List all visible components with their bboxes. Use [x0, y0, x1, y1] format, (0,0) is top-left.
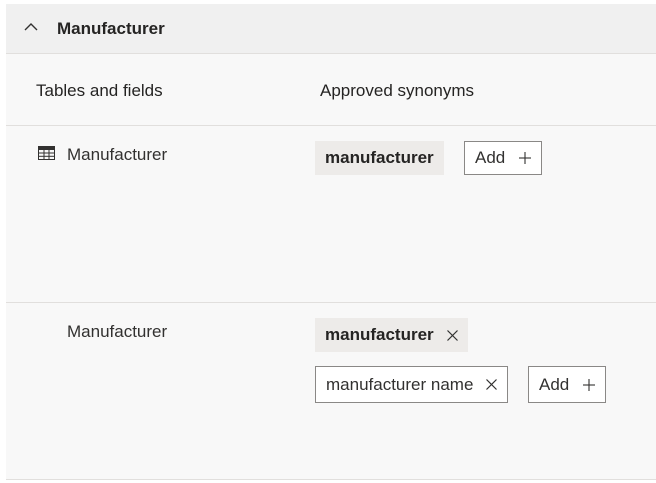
chevron-up-icon[interactable]	[24, 22, 38, 32]
table-icon	[38, 146, 55, 160]
section-header-manufacturer[interactable]: Manufacturer	[6, 4, 656, 54]
divider	[6, 302, 656, 303]
table-row-label: Manufacturer	[67, 145, 168, 164]
synonym-text: manufacturer name	[326, 374, 474, 394]
synonym-chip: manufacturer name	[315, 366, 509, 403]
synonym-text: manufacturer	[325, 325, 434, 344]
synonym-text: manufacturer	[325, 148, 434, 167]
add-label: Add	[475, 148, 506, 167]
add-synonym-button[interactable]: Add	[464, 141, 543, 175]
synonym-chip: manufacturer	[315, 318, 468, 352]
synonyms-panel: Manufacturer Tables and fields Approved …	[6, 4, 656, 480]
column-header-approved-synonyms: Approved synonyms	[320, 81, 475, 100]
column-header-tables-and-fields: Tables and fields	[36, 81, 163, 100]
plus-icon	[519, 152, 532, 164]
remove-synonym-icon[interactable]	[486, 379, 498, 390]
section-title: Manufacturer	[57, 19, 165, 38]
add-label: Add	[539, 374, 570, 394]
plus-icon	[583, 378, 596, 391]
synonym-chip: manufacturer	[315, 141, 444, 175]
field-row-label: Manufacturer	[67, 322, 168, 341]
divider	[6, 125, 656, 126]
remove-synonym-icon[interactable]	[446, 329, 458, 341]
add-synonym-button[interactable]: Add	[528, 366, 607, 403]
